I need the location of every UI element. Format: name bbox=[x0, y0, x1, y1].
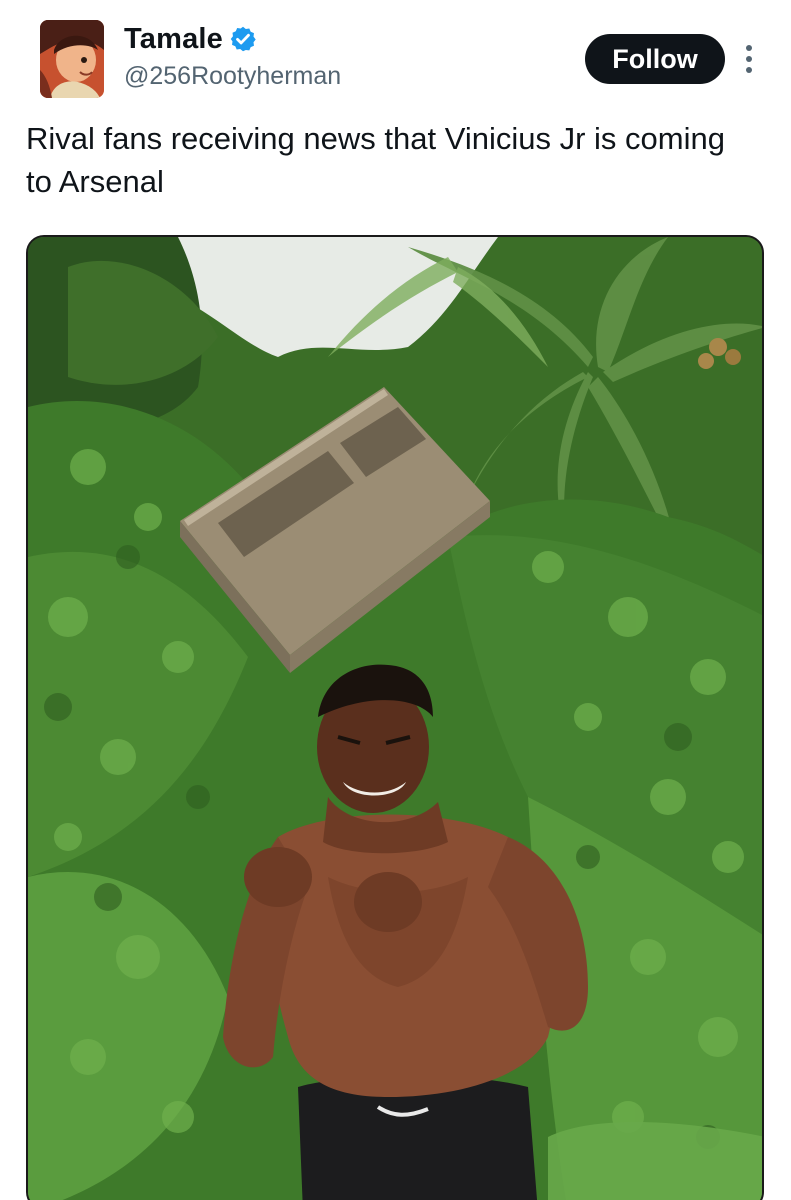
follow-button[interactable]: Follow bbox=[585, 34, 725, 84]
verified-badge-icon bbox=[229, 25, 257, 53]
avatar[interactable] bbox=[40, 20, 104, 98]
author-names: Tamale @256Rootyherman bbox=[124, 20, 341, 91]
display-name-row: Tamale bbox=[124, 20, 341, 58]
more-vertical-icon[interactable] bbox=[738, 42, 760, 76]
tweet-header: Tamale @256Rootyherman Follow bbox=[0, 0, 791, 110]
tweet-photo[interactable] bbox=[26, 235, 764, 1200]
tweet-card: Tamale @256Rootyherman Follow Rival fans… bbox=[0, 0, 791, 1200]
tweet-text: Rival fans receiving news that Vinicius … bbox=[26, 121, 725, 199]
author-handle[interactable]: @256Rootyherman bbox=[124, 62, 341, 91]
display-name[interactable]: Tamale bbox=[124, 23, 223, 56]
